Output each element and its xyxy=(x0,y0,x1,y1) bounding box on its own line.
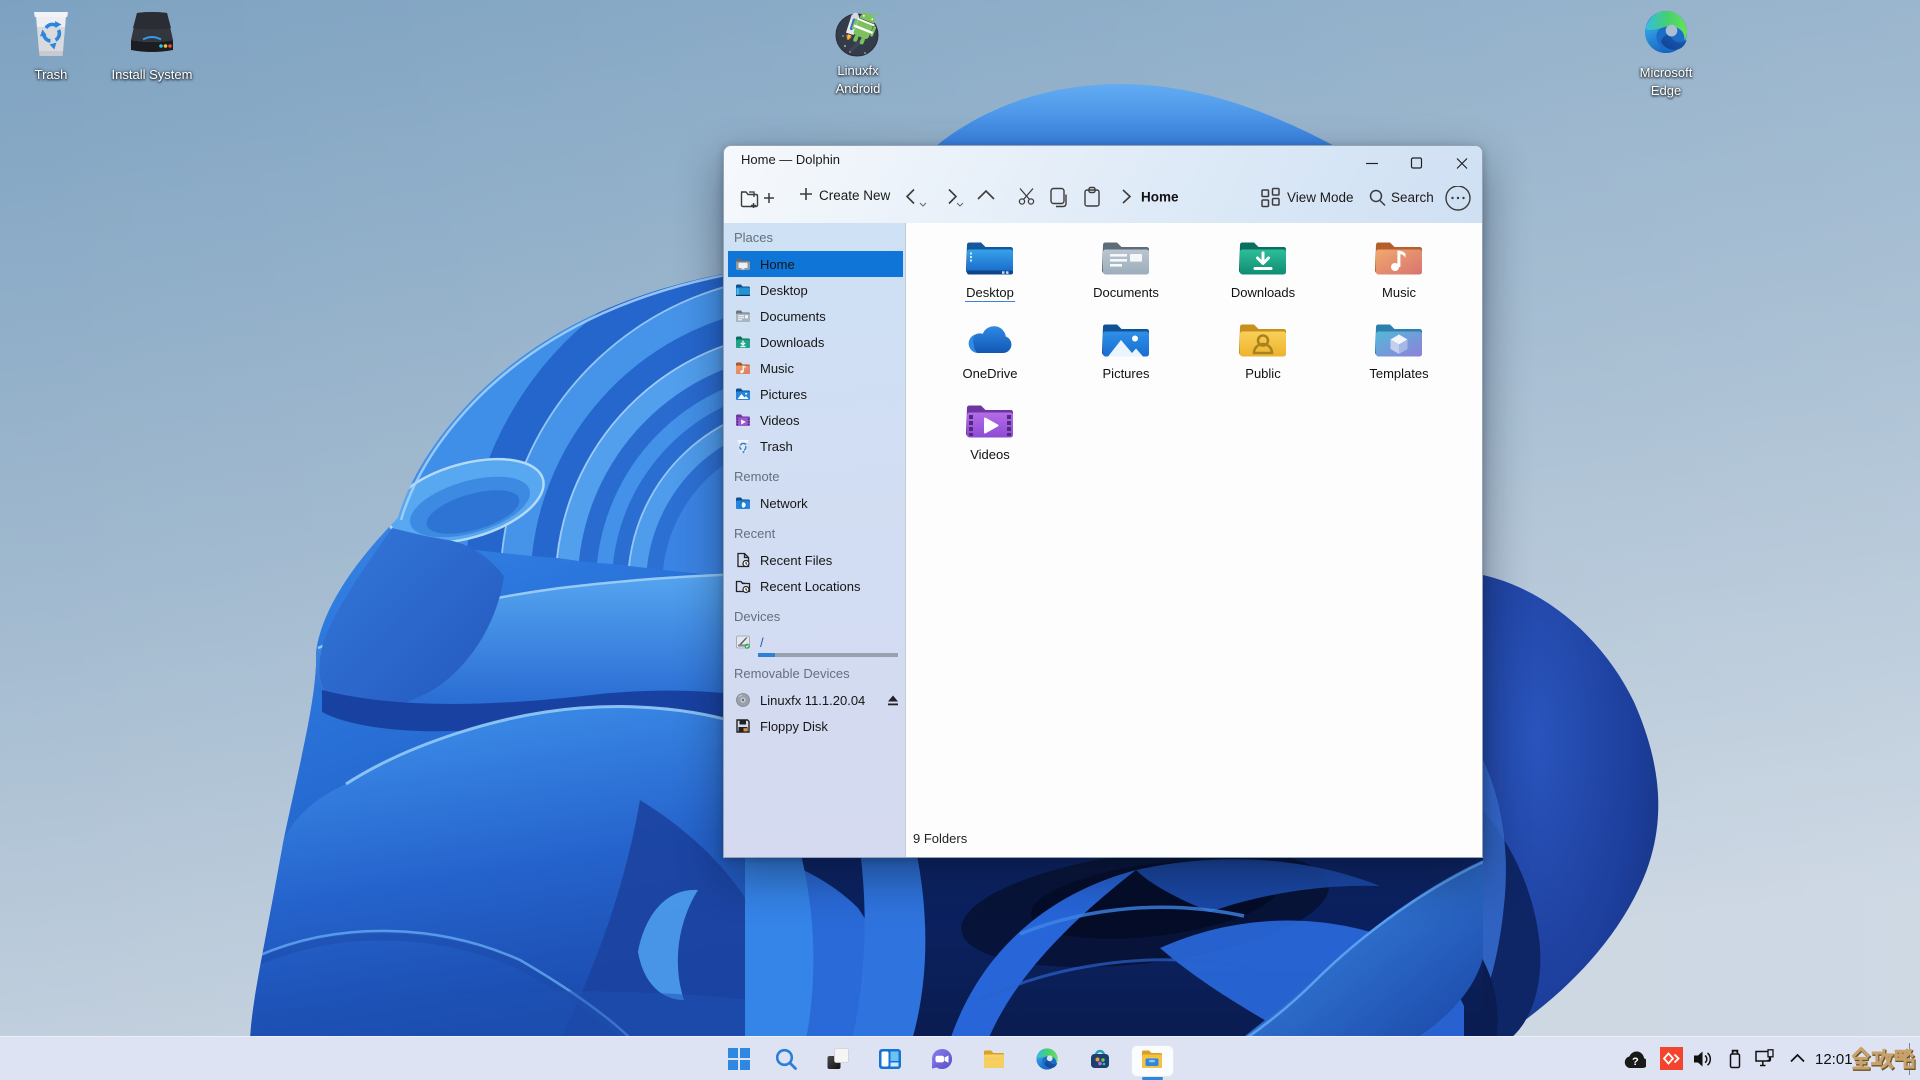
svg-text:?: ? xyxy=(1632,1056,1639,1068)
svg-text:Create New: Create New xyxy=(819,188,891,203)
svg-text:View Mode: View Mode xyxy=(1287,190,1354,205)
svg-text:Home: Home xyxy=(1141,190,1179,205)
svg-text:Search: Search xyxy=(1391,190,1434,205)
